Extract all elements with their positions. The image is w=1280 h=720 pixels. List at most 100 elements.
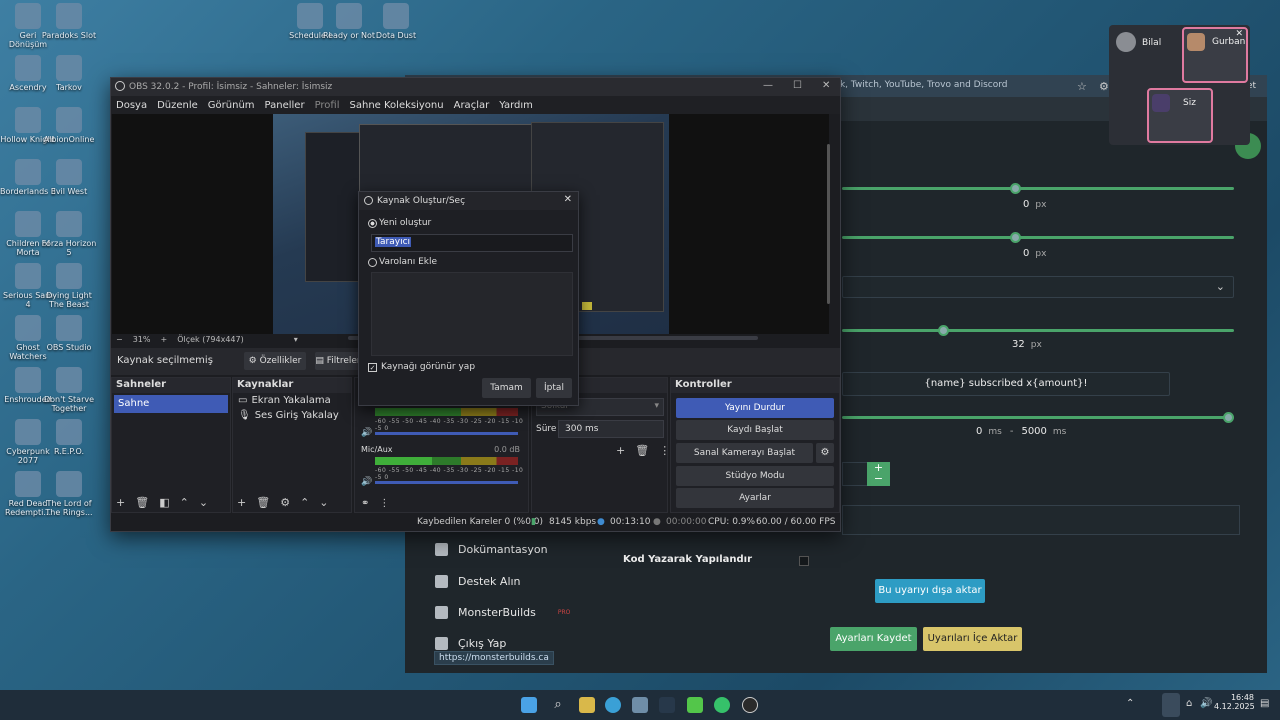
- volume-slider-1[interactable]: [375, 432, 518, 435]
- menu-item[interactable]: Sahne Koleksiyonu: [350, 100, 444, 114]
- studio-mode-button[interactable]: Stüdyo Modu: [676, 466, 834, 486]
- menu-item[interactable]: Dosya: [116, 100, 147, 114]
- desktop-icon[interactable]: Paradoks Slot: [41, 3, 97, 40]
- message-template-input[interactable]: {name} subscribed x{amount}!: [842, 372, 1170, 396]
- whatsapp-icon[interactable]: [714, 697, 730, 713]
- sidebar-item-monsterbuilds[interactable]: MonsterBuilds PRO: [435, 606, 570, 619]
- desktop-icon[interactable]: The Lord of The Rings...: [41, 471, 97, 517]
- clock[interactable]: 16:48 4.12.2025: [1214, 693, 1255, 711]
- trash-icon[interactable]: 🗑: [256, 496, 270, 509]
- caret-down-icon[interactable]: ▾: [294, 335, 298, 344]
- trash-icon[interactable]: 🗑: [635, 444, 649, 457]
- sidebar-item-logout[interactable]: Çıkış Yap: [435, 637, 506, 650]
- add-icon[interactable]: +: [616, 444, 625, 457]
- desktop-icon[interactable]: Forza Horizon 5: [41, 211, 97, 257]
- settings-button[interactable]: Ayarlar: [676, 488, 834, 508]
- desktop-icon[interactable]: OBS Studio: [41, 315, 97, 352]
- ok-button[interactable]: Tamam: [482, 378, 531, 398]
- filters-button[interactable]: ▤ Filtreler: [315, 352, 361, 370]
- slider-3[interactable]: [842, 325, 1234, 336]
- duration-input[interactable]: 300 ms: [558, 420, 664, 438]
- volume-slider-2[interactable]: [375, 481, 518, 484]
- chevron-up-icon[interactable]: ⌃: [180, 496, 189, 509]
- menu-item[interactable]: Profil: [315, 100, 340, 114]
- create-new-radio[interactable]: Yeni oluştur: [368, 218, 431, 228]
- store-icon[interactable]: [632, 697, 648, 713]
- chevron-up-icon[interactable]: ⌃: [300, 496, 309, 509]
- code-config-checkbox[interactable]: [799, 556, 809, 566]
- desktop-icon[interactable]: Don't Starve Together: [41, 367, 97, 413]
- sidebar-item-docs[interactable]: Dokümantasyon: [435, 543, 548, 556]
- desktop-icon[interactable]: Dota Dust: [368, 3, 424, 40]
- properties-button[interactable]: ⚙ Özellikler: [244, 352, 306, 370]
- add-icon[interactable]: +: [116, 496, 125, 509]
- gear-icon[interactable]: ⚙: [280, 496, 290, 509]
- desktop-icon[interactable]: AlbionOnline: [41, 107, 97, 144]
- menu-item[interactable]: Araçlar: [454, 100, 490, 114]
- dropdown[interactable]: ⌄: [842, 276, 1234, 298]
- network-icon[interactable]: ⌂: [1186, 698, 1192, 709]
- cancel-button[interactable]: İptal: [536, 378, 572, 398]
- slider-1[interactable]: [842, 183, 1234, 194]
- menu-item[interactable]: Görünüm: [208, 100, 255, 114]
- volume-icon[interactable]: 🔊: [1200, 698, 1212, 709]
- participant-tile[interactable]: Siz: [1147, 88, 1213, 143]
- desktop-icon[interactable]: Tarkov: [41, 55, 97, 92]
- stop-stream-button[interactable]: Yayını Durdur: [676, 398, 834, 418]
- obs-icon[interactable]: [742, 697, 758, 713]
- export-alert-button[interactable]: Bu uyarıyı dışa aktar: [875, 579, 985, 603]
- menu-dots-icon[interactable]: ⋮: [379, 498, 389, 509]
- source-name-input[interactable]: Tarayıcı: [371, 234, 573, 252]
- add-existing-radio[interactable]: Varolanı Ekle: [368, 257, 437, 267]
- file-explorer-icon[interactable]: [579, 697, 595, 713]
- steam-icon[interactable]: [659, 697, 675, 713]
- mic-icon[interactable]: [1162, 693, 1180, 717]
- import-alerts-button[interactable]: Uyarıları İçe Aktar: [923, 627, 1022, 651]
- stepper-button[interactable]: + −: [867, 462, 890, 486]
- zoom-out-button[interactable]: −: [116, 335, 123, 344]
- existing-sources-list[interactable]: [371, 272, 573, 356]
- zoom-in-button[interactable]: +: [160, 335, 167, 344]
- slider-2[interactable]: [842, 232, 1234, 243]
- menu-item[interactable]: Paneller: [265, 100, 305, 114]
- windows-start-icon[interactable]: [521, 697, 537, 713]
- close-icon[interactable]: ✕: [564, 194, 572, 205]
- participant-tile[interactable]: Gurban ✕: [1182, 27, 1248, 83]
- start-record-button[interactable]: Kaydı Başlat: [676, 420, 834, 440]
- make-visible-checkbox[interactable]: ✓ Kaynağı görünür yap: [368, 362, 475, 372]
- participant-tile[interactable]: Bilal: [1116, 29, 1182, 59]
- chevron-up-icon[interactable]: ⌃: [1126, 698, 1134, 709]
- text-field[interactable]: [842, 505, 1240, 535]
- edge-icon[interactable]: [605, 697, 621, 713]
- close-icon[interactable]: ✕: [822, 80, 830, 91]
- trash-icon[interactable]: 🗑: [135, 496, 149, 509]
- notification-icon[interactable]: ▤: [1260, 698, 1269, 709]
- kick-icon[interactable]: [687, 697, 703, 713]
- menu-item[interactable]: Yardım: [499, 100, 533, 114]
- source-item[interactable]: 🎙 Ses Giriş Yakalay: [233, 408, 351, 423]
- desktop-icon[interactable]: Dying Light The Beast: [41, 263, 97, 309]
- maximize-icon[interactable]: ☐: [793, 80, 802, 91]
- filter-icon[interactable]: ◧: [159, 496, 169, 509]
- chevron-down-icon[interactable]: ⌄: [319, 496, 328, 509]
- volume-icon[interactable]: 🔊: [361, 477, 372, 487]
- volume-icon[interactable]: 🔊: [361, 428, 372, 438]
- range-slider[interactable]: [842, 412, 1234, 423]
- menu-item[interactable]: Düzenle: [157, 100, 198, 114]
- virtual-camera-button[interactable]: Sanal Kamerayı Başlat: [676, 443, 813, 463]
- settings-icon[interactable]: ⚙: [1099, 80, 1109, 93]
- gear-icon[interactable]: ⚙: [816, 443, 834, 463]
- sidebar-item-support[interactable]: Destek Alın: [435, 575, 521, 588]
- minimize-icon[interactable]: —: [763, 80, 773, 91]
- desktop-icon[interactable]: R.E.P.O.: [41, 419, 97, 456]
- desktop-icon[interactable]: Evil West: [41, 159, 97, 196]
- search-icon[interactable]: ⌕: [550, 697, 566, 713]
- link-icon[interactable]: ⚭: [361, 498, 369, 509]
- close-icon[interactable]: ✕: [1235, 29, 1243, 39]
- source-item[interactable]: ▭ Ekran Yakalama: [233, 393, 351, 408]
- menu-dots-icon[interactable]: ⋮: [659, 444, 670, 457]
- chevron-down-icon[interactable]: ⌄: [199, 496, 208, 509]
- star-icon[interactable]: ☆: [1077, 80, 1087, 93]
- save-settings-button[interactable]: Ayarları Kaydet: [830, 627, 917, 651]
- add-icon[interactable]: +: [237, 496, 246, 509]
